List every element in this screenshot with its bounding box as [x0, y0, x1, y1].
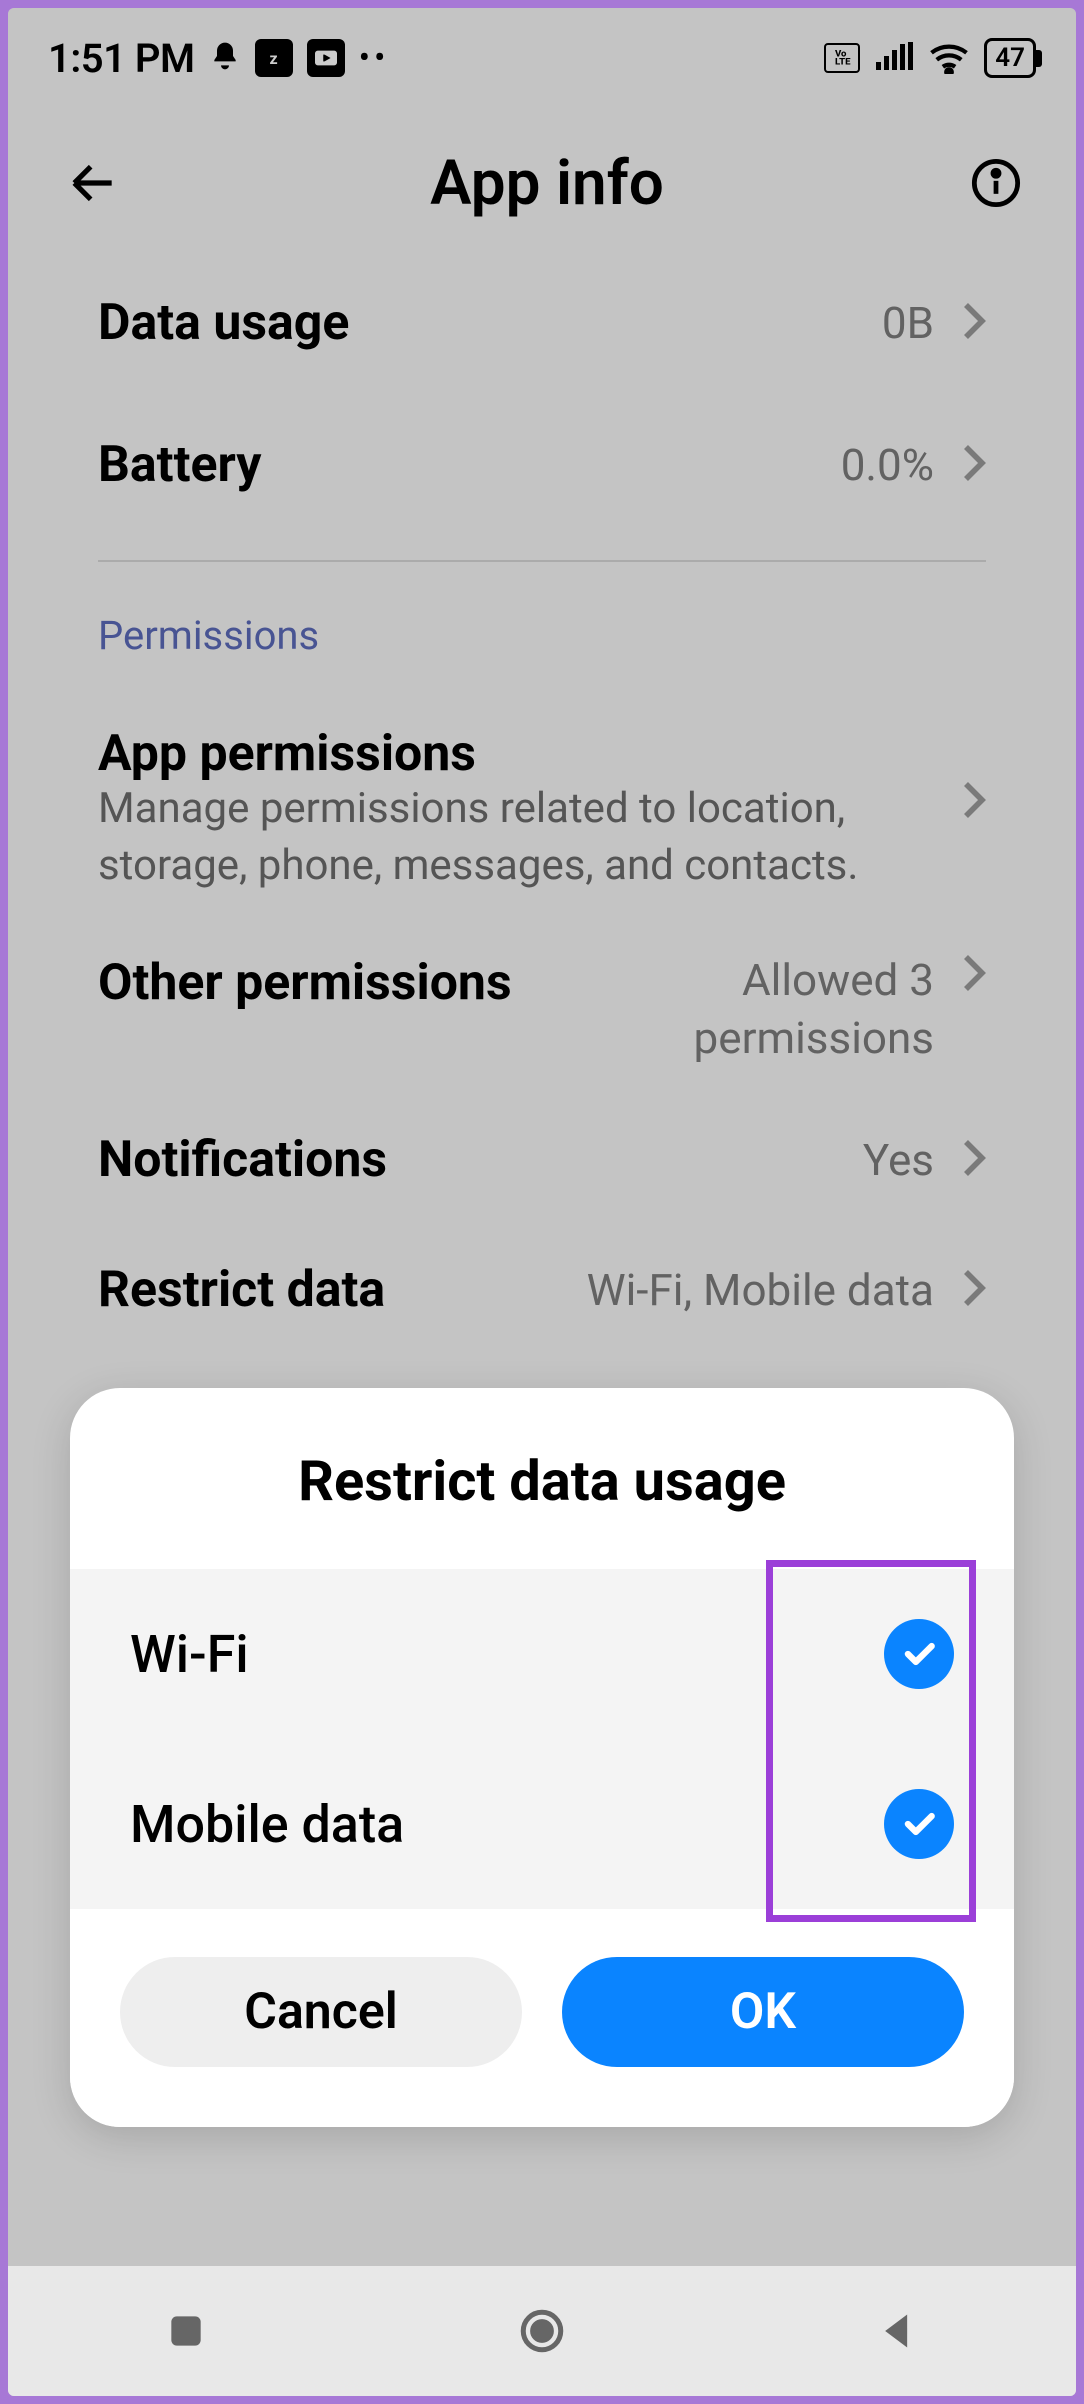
- cell-signal-icon: [874, 42, 914, 74]
- row-battery[interactable]: Battery 0.0%: [8, 388, 1076, 530]
- row-notifications-label: Notifications: [98, 1131, 863, 1189]
- app-header: App info: [8, 118, 1076, 248]
- system-nav-bar: [8, 2266, 1076, 2396]
- row-other-permissions-label: Other permissions: [98, 952, 562, 1015]
- option-wifi-checkbox[interactable]: [884, 1619, 954, 1689]
- page-title: App info: [128, 147, 966, 220]
- option-mobile-checkbox[interactable]: [884, 1789, 954, 1859]
- option-wifi[interactable]: Wi-Fi: [70, 1569, 1014, 1739]
- row-battery-value: 0.0%: [841, 439, 962, 491]
- row-notifications-value: Yes: [863, 1134, 962, 1186]
- restrict-data-dialog: Restrict data usage Wi-Fi Mobile data Ca…: [70, 1388, 1014, 2127]
- row-data-usage-value: 0B: [882, 297, 962, 349]
- row-battery-label: Battery: [98, 436, 841, 494]
- row-app-permissions[interactable]: App permissions: [8, 689, 1076, 801]
- chevron-right-icon: [962, 952, 986, 998]
- row-data-usage-label: Data usage: [98, 294, 882, 352]
- chevron-right-icon: [962, 300, 986, 346]
- dialog-title: Restrict data usage: [70, 1388, 1014, 1569]
- chevron-right-icon: [962, 1267, 986, 1313]
- option-mobile-data[interactable]: Mobile data: [70, 1739, 1014, 1909]
- battery-indicator: 47: [984, 38, 1036, 78]
- app-notification-1-icon: z: [255, 39, 293, 77]
- home-button[interactable]: [482, 2291, 602, 2371]
- cancel-button[interactable]: Cancel: [120, 1957, 522, 2067]
- dialog-actions: Cancel OK: [70, 1909, 1014, 2127]
- info-button[interactable]: [966, 153, 1026, 213]
- back-nav-button[interactable]: [838, 2291, 958, 2371]
- row-restrict-data[interactable]: Restrict data Wi-Fi, Mobile data: [8, 1225, 1076, 1329]
- row-other-permissions-value: Allowed 3 permissions: [562, 952, 962, 1066]
- recents-button[interactable]: [126, 2291, 246, 2371]
- volte-icon: VoLTE: [824, 43, 860, 73]
- wifi-icon: [928, 42, 970, 74]
- option-wifi-label: Wi-Fi: [130, 1624, 884, 1685]
- row-other-permissions[interactable]: Other permissions Allowed 3 permissions: [8, 924, 1076, 1094]
- back-button[interactable]: [58, 148, 128, 218]
- row-data-usage[interactable]: Data usage 0B: [8, 258, 1076, 388]
- divider: [98, 560, 986, 562]
- status-bar: 1:51 PM z •• VoLTE 47: [8, 8, 1076, 108]
- row-restrict-data-label: Restrict data: [98, 1261, 587, 1319]
- chevron-right-icon: [962, 1137, 986, 1183]
- section-permissions-label: Permissions: [8, 602, 1076, 689]
- ok-button[interactable]: OK: [562, 1957, 964, 2067]
- row-app-permissions-label: App permissions: [98, 725, 986, 783]
- status-time: 1:51 PM: [48, 35, 195, 82]
- notification-bell-icon: [209, 38, 241, 78]
- option-mobile-label: Mobile data: [130, 1794, 884, 1855]
- more-notifications-icon: ••: [359, 38, 390, 78]
- youtube-notification-icon: [307, 39, 345, 77]
- dialog-options: Wi-Fi Mobile data: [70, 1569, 1014, 1909]
- chevron-right-icon: [962, 779, 986, 825]
- chevron-right-icon: [962, 442, 986, 488]
- row-notifications[interactable]: Notifications Yes: [8, 1095, 1076, 1225]
- row-restrict-data-value: Wi-Fi, Mobile data: [587, 1264, 962, 1316]
- row-app-permissions-desc: Manage permissions related to location, …: [8, 781, 1076, 924]
